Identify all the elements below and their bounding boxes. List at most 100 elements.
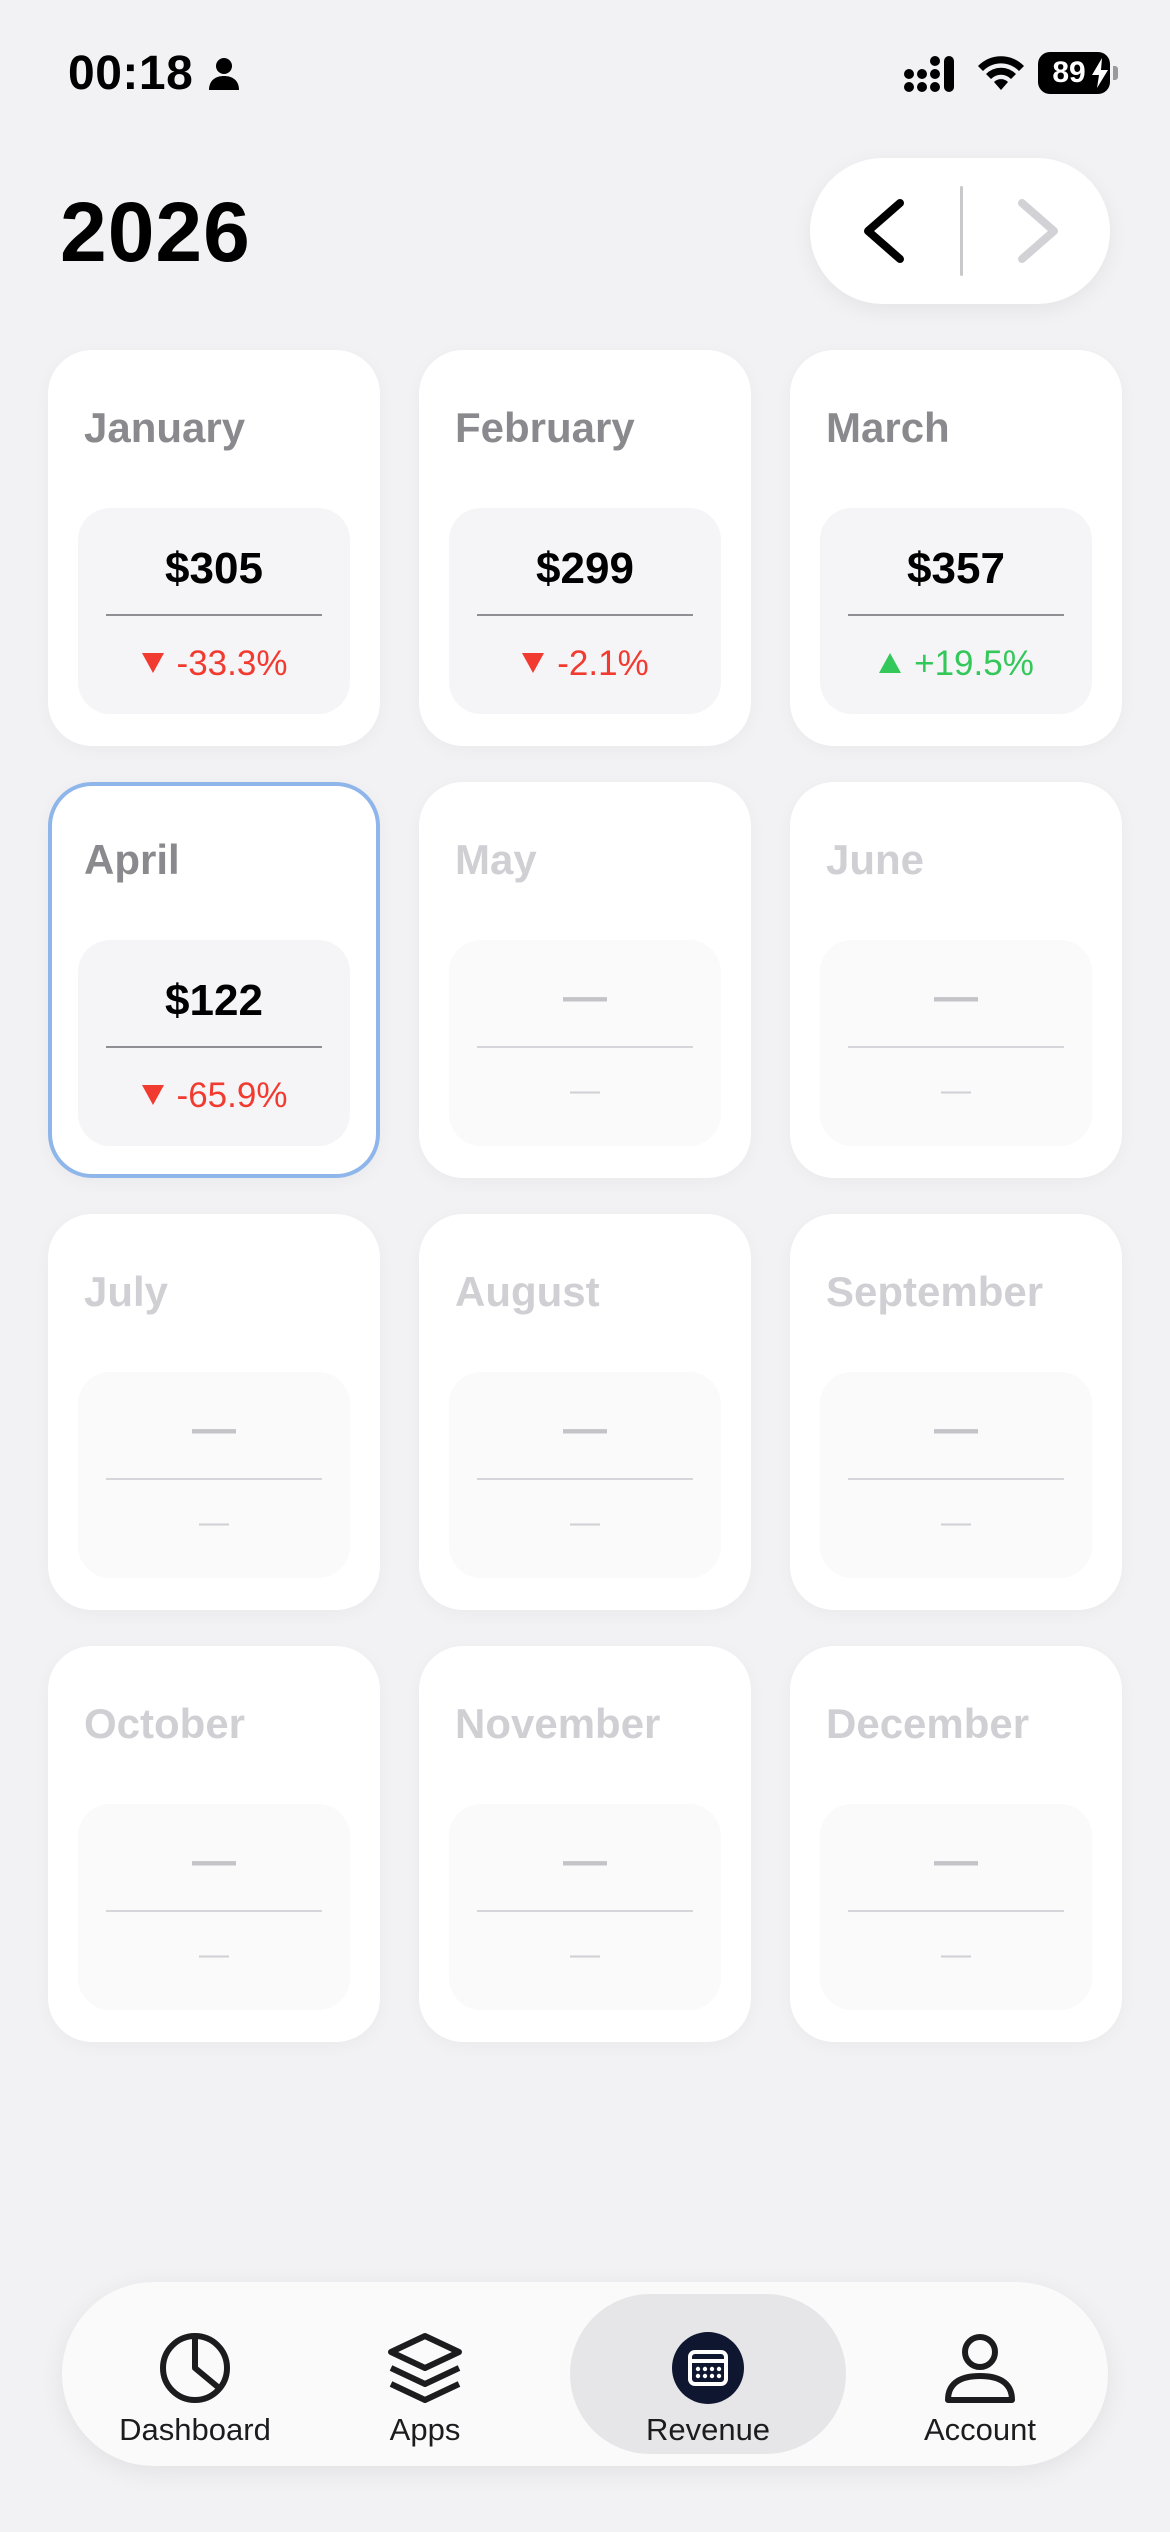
month-revenue-value: $357 — [907, 544, 1005, 593]
month-card-march[interactable]: March $357 +19.5% — [790, 350, 1122, 746]
stat-divider — [848, 1478, 1064, 1480]
month-name: August — [455, 1268, 600, 1315]
stat-divider — [477, 1046, 693, 1048]
status-bar: 00:18 89 — [0, 0, 1170, 150]
month-card-august[interactable]: August — — — [419, 1214, 751, 1610]
month-change-text: — — [199, 1506, 229, 1539]
month-card-june[interactable]: June — — — [790, 782, 1122, 1178]
stat-divider — [106, 1046, 322, 1048]
month-card-february[interactable]: February $299 -2.1% — [419, 350, 751, 746]
stat-divider — [477, 614, 693, 616]
tab-label-revenue: Revenue — [645, 2412, 771, 2447]
month-stat-box: — — — [78, 1372, 350, 1578]
next-year-button[interactable] — [960, 158, 1110, 304]
tab-account[interactable]: Account — [880, 2294, 1080, 2454]
month-change-text: +19.5% — [914, 644, 1034, 683]
month-card-september[interactable]: September — — — [790, 1214, 1122, 1610]
month-change-text: — — [941, 1074, 971, 1107]
month-name: December — [826, 1700, 1030, 1747]
stack-icon — [388, 2333, 462, 2403]
month-stat-box: — — — [449, 940, 721, 1146]
month-change: -2.1% — [449, 644, 721, 684]
triangle-down-icon — [141, 652, 164, 673]
stat-divider — [106, 1478, 322, 1480]
tab-dashboard[interactable]: Dashboard — [82, 2294, 308, 2454]
month-change: — — [449, 1074, 721, 1108]
month-change: — — [449, 1938, 721, 1972]
month-revenue-value: — — [192, 1404, 236, 1453]
calendar-icon — [672, 2332, 744, 2404]
month-name: April — [84, 836, 180, 883]
stat-divider — [477, 1478, 693, 1480]
month-change-text: -2.1% — [557, 644, 649, 683]
cellular-signal-icon — [904, 56, 954, 92]
month-revenue-value: — — [934, 972, 978, 1021]
month-stat-box: — — — [449, 1372, 721, 1578]
tab-label-account: Account — [923, 2412, 1036, 2447]
month-revenue-value: — — [192, 1836, 236, 1885]
month-stat-box: $122 -65.9% — [78, 940, 350, 1146]
month-card-may[interactable]: May — — — [419, 782, 751, 1178]
month-stat-box: $357 +19.5% — [820, 508, 1092, 714]
previous-year-button[interactable] — [810, 158, 960, 304]
month-change-text: — — [570, 1938, 600, 1971]
month-revenue-value: — — [563, 1836, 607, 1885]
tab-label-dashboard: Dashboard — [119, 2412, 271, 2447]
month-name: June — [826, 836, 925, 883]
month-name: March — [826, 404, 950, 451]
stat-divider — [106, 614, 322, 616]
month-change-text: — — [570, 1506, 600, 1539]
month-card-december[interactable]: December — — — [790, 1646, 1122, 2042]
chevron-left-icon — [864, 199, 904, 263]
month-card-november[interactable]: November — — — [419, 1646, 751, 2042]
wifi-icon — [978, 56, 1024, 90]
month-change-text: — — [199, 1938, 229, 1971]
revenue-screen: 00:18 89 2026 January $305 -33.3% Februa… — [0, 0, 1170, 2532]
month-revenue-value: $299 — [536, 544, 634, 593]
month-change: -65.9% — [78, 1076, 350, 1116]
month-card-july[interactable]: July — — — [48, 1214, 380, 1610]
battery-indicator: 89 — [1038, 52, 1118, 94]
month-revenue-value: $122 — [165, 976, 263, 1025]
month-name: May — [455, 836, 537, 883]
charging-bolt-icon — [1092, 58, 1108, 88]
month-change-text: — — [941, 1938, 971, 1971]
stat-divider — [106, 1910, 322, 1912]
month-stat-box: — — — [820, 940, 1092, 1146]
month-card-october[interactable]: October — — — [48, 1646, 380, 2042]
stat-divider — [477, 1910, 693, 1912]
month-revenue-value: — — [563, 1404, 607, 1453]
month-change: — — [820, 1506, 1092, 1540]
page-title-year: 2026 — [60, 185, 251, 279]
tab-revenue[interactable]: Revenue — [570, 2294, 846, 2454]
month-change: — — [78, 1506, 350, 1540]
month-name: February — [455, 404, 635, 451]
month-name: September — [826, 1268, 1044, 1315]
stat-divider — [848, 614, 1064, 616]
person-icon — [209, 58, 239, 90]
month-name: July — [84, 1268, 169, 1315]
month-card-april[interactable]: April $122 -65.9% — [48, 782, 380, 1178]
month-name: November — [455, 1700, 661, 1747]
month-stat-box: $299 -2.1% — [449, 508, 721, 714]
month-stat-box: — — — [78, 1804, 350, 2010]
tab-bar: Dashboard Apps Revenue Account — [62, 2282, 1108, 2466]
month-change-text: — — [941, 1506, 971, 1539]
battery-percent: 89 — [1052, 56, 1086, 89]
battery-nub — [1113, 66, 1118, 80]
month-change-text: -65.9% — [176, 1076, 288, 1115]
person-outline-icon — [945, 2334, 1015, 2403]
tab-apps[interactable]: Apps — [342, 2294, 508, 2454]
month-card-january[interactable]: January $305 -33.3% — [48, 350, 380, 746]
stat-divider — [848, 1910, 1064, 1912]
month-grid: January $305 -33.3% February $299 -2.1% March $… — [48, 350, 1122, 2042]
month-change: +19.5% — [820, 644, 1092, 684]
stat-divider — [848, 1046, 1064, 1048]
month-stat-box: — — — [449, 1804, 721, 2010]
month-revenue-value: — — [563, 972, 607, 1021]
month-change-text: -33.3% — [176, 644, 288, 683]
triangle-down-icon — [522, 652, 545, 673]
pie-chart-icon — [160, 2333, 230, 2403]
month-stat-box: — — — [820, 1804, 1092, 2010]
month-name: October — [84, 1700, 246, 1747]
